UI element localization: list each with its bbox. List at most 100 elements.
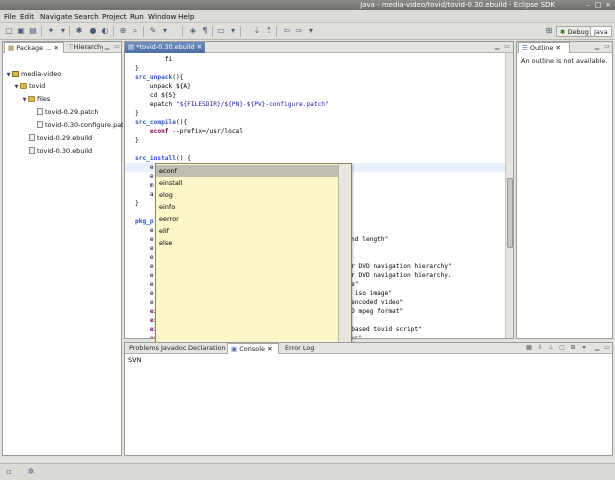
maximize-icon[interactable]: □	[594, 1, 602, 9]
tab-error-log[interactable]: Error Log	[282, 343, 318, 354]
tab-package-explorer[interactable]: ▦ Package ... ✕	[4, 42, 64, 53]
maximize-view-icon[interactable]: ▭	[503, 43, 511, 51]
close-icon[interactable]: ✕	[197, 43, 202, 51]
open-console-icon[interactable]: ⊞	[569, 344, 577, 352]
tab-declaration[interactable]: Declaration	[185, 343, 228, 354]
tab-problems[interactable]: Problems	[126, 343, 162, 354]
content-assist-item[interactable]: eerror	[156, 213, 339, 225]
debug-icon[interactable]: ✱	[74, 26, 84, 36]
pin-console-icon[interactable]: ⊥	[547, 344, 555, 352]
minimize-icon[interactable]: –	[584, 1, 592, 9]
minimize-view-icon[interactable]: ▁	[493, 43, 501, 51]
chevron-down-icon[interactable]: ▾	[306, 26, 316, 36]
toolbar-separator	[182, 26, 183, 37]
close-icon[interactable]: ✕	[267, 345, 272, 353]
tree-item-files[interactable]: ▼ files	[21, 95, 51, 105]
menu-window[interactable]: Window	[148, 12, 176, 21]
tree-item-tovid[interactable]: ▼ tovid	[13, 82, 46, 92]
show-whitespace-icon[interactable]: ¶	[200, 26, 210, 36]
toolbar-separator	[276, 26, 277, 37]
tab-console[interactable]: ▣ Console ✕	[227, 343, 279, 354]
outline-view: ☰ Outline ✕ ▁ ▭ An outline is not availa…	[516, 41, 613, 339]
console-output[interactable]: SVN	[125, 354, 612, 455]
close-icon[interactable]: ×	[604, 1, 612, 9]
menu-help[interactable]: Help	[178, 12, 194, 21]
tree-item-patch-029[interactable]: tovid-0.29.patch	[37, 108, 99, 117]
package-explorer-tabbar: ▦ Package ... ✕ ⊤Hierarchy ▁ ▭	[3, 42, 121, 53]
tab-hierarchy[interactable]: ⊤Hierarchy	[65, 42, 103, 53]
prev-annotation-icon[interactable]: ⇡	[264, 26, 274, 36]
new-icon[interactable]: ▢	[4, 26, 14, 36]
maximize-view-icon[interactable]: ▭	[113, 43, 121, 51]
chevron-down-icon[interactable]: ▾	[160, 26, 170, 36]
code-token: fi	[135, 56, 173, 63]
tree-item-ebuild-029[interactable]: tovid-0.29.ebuild	[29, 134, 92, 143]
back-icon[interactable]: ⇦	[282, 26, 292, 36]
print-icon[interactable]: ▤	[28, 26, 38, 36]
open-perspective-icon[interactable]: ⊞	[544, 26, 554, 36]
close-icon[interactable]: ✕	[54, 44, 59, 52]
status-task-icon[interactable]: ✲	[26, 467, 36, 477]
menu-run[interactable]: Run	[130, 12, 144, 21]
content-assist-popup[interactable]: econf einstall elog einfo eerror elif else	[155, 163, 352, 343]
save-icon[interactable]: ▣	[16, 26, 26, 36]
maximize-view-icon[interactable]: ▭	[603, 43, 611, 51]
expand-arrow-icon[interactable]: ▼	[13, 83, 20, 92]
fast-view-icon[interactable]: ▫	[4, 467, 14, 477]
tree-item-ebuild-030[interactable]: tovid-0.30.ebuild	[29, 147, 92, 156]
maximize-view-icon[interactable]: ▭	[603, 344, 611, 352]
clear-console-icon[interactable]: ▦	[525, 344, 533, 352]
run-icon[interactable]: ●	[88, 26, 98, 36]
toolbar-separator	[240, 26, 241, 37]
code-token: --prefix=/usr/local	[168, 128, 244, 135]
menu-search[interactable]: Search	[74, 12, 99, 21]
minimize-view-icon[interactable]: ▁	[103, 43, 111, 51]
scroll-lock-icon[interactable]: ⇩	[536, 344, 544, 352]
perspective-debug-label: Debug	[567, 28, 589, 36]
perspective-debug[interactable]: ✱ Debug	[556, 26, 593, 37]
external-tools-icon[interactable]: ◐	[100, 26, 110, 36]
expand-arrow-icon[interactable]: ▼	[21, 96, 28, 105]
annotation-icon[interactable]: ▭	[216, 26, 226, 36]
menu-navigate[interactable]: Navigate	[40, 12, 72, 21]
close-icon[interactable]: ✕	[556, 44, 561, 52]
open-type-icon[interactable]: ⊕	[118, 26, 128, 36]
chevron-down-icon[interactable]: ▾	[228, 26, 238, 36]
content-assist-item[interactable]: else	[156, 237, 339, 249]
content-assist-scrollbar[interactable]	[338, 164, 351, 342]
content-assist-item[interactable]: econf	[156, 165, 339, 177]
minimize-view-icon[interactable]: ▁	[593, 43, 601, 51]
code-line: e	[135, 172, 154, 181]
menu-edit[interactable]: Edit	[20, 12, 34, 21]
new-wizard-icon[interactable]: ✦	[46, 26, 56, 36]
content-assist-item[interactable]: einfo	[156, 201, 339, 213]
tab-editor-ebuild[interactable]: ▤ *tovid-0.30.ebuild ✕	[125, 42, 205, 53]
forward-icon[interactable]: ⇨	[294, 26, 304, 36]
chevron-down-icon[interactable]: ▾	[580, 344, 588, 352]
tree-item-patch-030[interactable]: tovid-0.30-configure.patc	[37, 121, 123, 130]
code-token: e	[135, 164, 154, 171]
search-icon[interactable]: ⌕	[130, 26, 140, 36]
console-name: SVN	[128, 356, 142, 364]
menu-file[interactable]: File	[4, 12, 16, 21]
menu-project[interactable]: Project	[102, 12, 127, 21]
tab-outline[interactable]: ☰ Outline ✕	[518, 42, 570, 53]
bug-icon: ✱	[560, 28, 566, 36]
toggle-mark-icon[interactable]: ◈	[188, 26, 198, 36]
content-assist-item[interactable]: elif	[156, 225, 339, 237]
editor-scrollbar[interactable]	[505, 53, 513, 338]
next-annotation-icon[interactable]: ⇣	[252, 26, 262, 36]
code-token: econf	[149, 128, 169, 135]
pencil-icon[interactable]: ✎	[148, 26, 158, 36]
editor-scrollbar-thumb[interactable]	[507, 178, 513, 248]
perspective-java[interactable]: Java	[590, 26, 612, 37]
content-assist-item[interactable]: elog	[156, 189, 339, 201]
minimize-view-icon[interactable]: ▁	[593, 344, 601, 352]
expand-arrow-icon[interactable]: ▼	[5, 71, 12, 80]
content-assist-item[interactable]: einstall	[156, 177, 339, 189]
tree-item-media-video[interactable]: ▼ media-video	[5, 70, 62, 80]
display-console-icon[interactable]: ▢	[558, 344, 566, 352]
chevron-down-icon[interactable]: ▾	[58, 26, 68, 36]
